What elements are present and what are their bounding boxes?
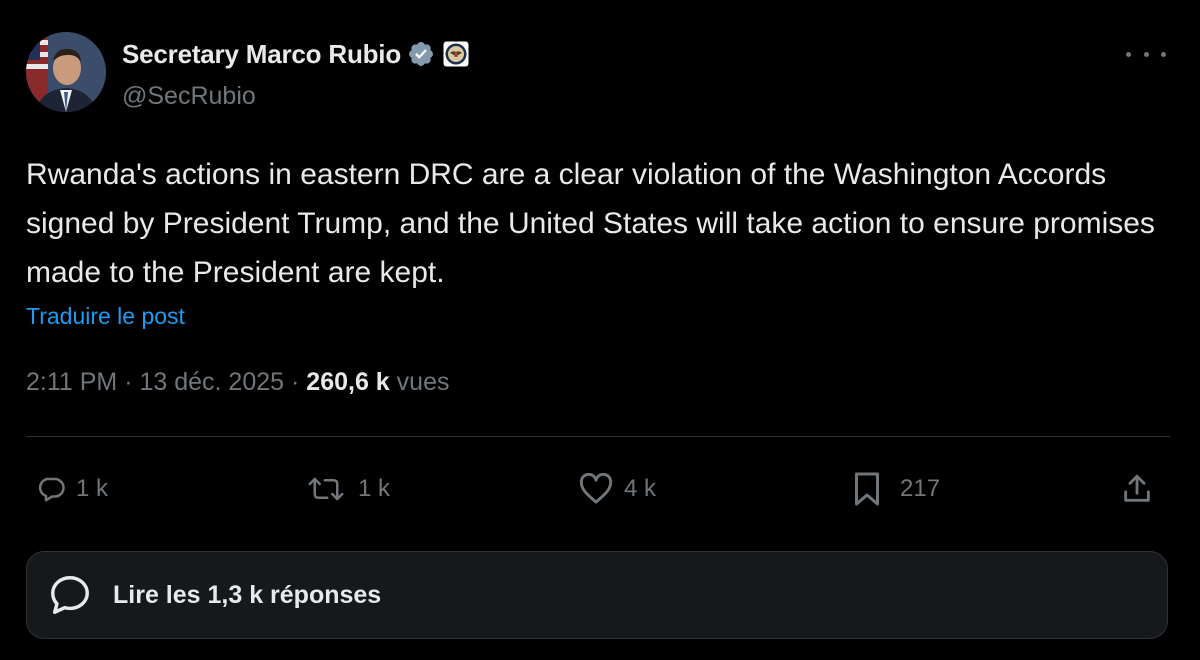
read-replies-button[interactable]: Lire les 1,3 k réponses	[26, 551, 1168, 639]
speech-bubble-icon	[47, 572, 93, 618]
more-dot	[1126, 51, 1131, 57]
read-replies-label: Lire les 1,3 k réponses	[113, 580, 382, 609]
author-display-name[interactable]: Secretary Marco Rubio	[122, 39, 401, 70]
reply-count: 1 k	[76, 475, 109, 502]
author-info: Secretary Marco Rubio @SecRubio	[122, 38, 469, 111]
views-count: 260,6 k	[306, 368, 390, 396]
post-time[interactable]: 2:11 PM	[26, 368, 117, 396]
post-date[interactable]: 13 déc. 2025	[139, 368, 284, 396]
bookmark-count: 217	[900, 475, 941, 502]
meta-separator: ·	[291, 368, 300, 396]
more-dot	[1161, 51, 1166, 57]
share-icon	[1120, 472, 1154, 506]
reply-button[interactable]: 1 k	[36, 466, 108, 512]
like-count: 4 k	[624, 475, 657, 502]
meta-separator: ·	[124, 368, 133, 396]
author-handle[interactable]: @SecRubio	[122, 82, 469, 111]
avatar[interactable]	[26, 32, 106, 112]
post-detail: Secretary Marco Rubio @SecRubio Rwanda's…	[0, 0, 1200, 660]
verified-badge-icon[interactable]	[407, 40, 435, 68]
heart-icon	[578, 473, 614, 505]
bookmark-icon	[852, 471, 882, 507]
repost-button[interactable]: 1 k	[304, 466, 390, 512]
post-text: Rwanda's actions in eastern DRC are a cl…	[26, 158, 1155, 289]
more-options-icon[interactable]	[1126, 44, 1166, 64]
like-button[interactable]: 4 k	[578, 466, 656, 512]
views-label: vues	[396, 368, 450, 396]
repost-icon	[304, 474, 348, 504]
state-department-seal-icon[interactable]	[443, 41, 469, 67]
bookmark-button[interactable]: 217	[852, 466, 940, 512]
post-metadata: 2:11 PM · 13 déc. 2025 · 260,6 k vues	[26, 368, 449, 397]
more-dot	[1143, 51, 1149, 57]
avatar-image	[26, 32, 106, 112]
repost-count: 1 k	[358, 475, 391, 502]
divider	[26, 436, 1170, 437]
post-header: Secretary Marco Rubio @SecRubio	[26, 32, 1174, 114]
share-button[interactable]	[1120, 466, 1154, 512]
action-bar: 1 k 1 k 4 k 217	[26, 466, 1170, 512]
reply-icon	[36, 474, 66, 504]
translate-post-link[interactable]: Traduire le post	[26, 303, 185, 330]
author-name-row: Secretary Marco Rubio	[122, 38, 469, 70]
